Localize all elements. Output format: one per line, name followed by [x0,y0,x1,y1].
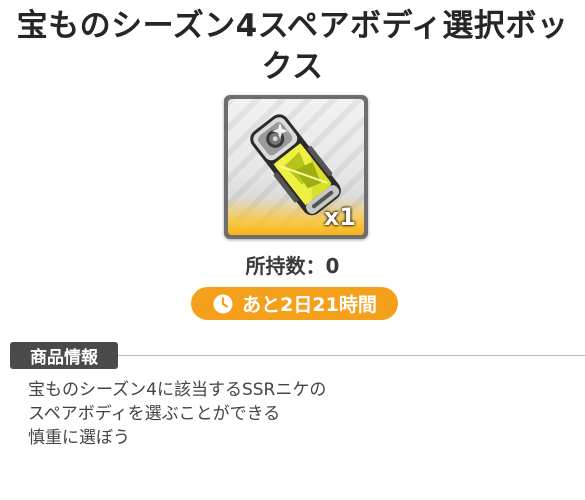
description-line: 宝ものシーズン4に該当するSSRニケの [28,380,327,400]
remaining-time-text: あと2日21時間 [242,294,377,316]
description-line: 慎重に選ぼう [28,428,130,448]
product-info-tab: 商品情報 [10,342,118,369]
item-icon-background: x1 [228,99,364,235]
quantity-label: x1 [323,203,356,231]
product-info-header: 商品情報 [10,342,585,369]
item-icon-frame: x1 [224,95,368,239]
owned-count: 所持数：0 [245,254,340,278]
product-info-title: 商品情報 [30,348,98,368]
product-description: 宝ものシーズン4に該当するSSRニケの スペアボディを選ぶことができる 慎重に選… [28,378,568,450]
section-divider [118,355,585,356]
clock-icon [213,294,233,313]
item-title: 宝ものシーズン4スペアボディ選択ボックス [16,8,569,85]
description-line: スペアボディを選ぶことができる [28,404,281,424]
remaining-time-badge: あと2日21時間 [191,287,398,320]
